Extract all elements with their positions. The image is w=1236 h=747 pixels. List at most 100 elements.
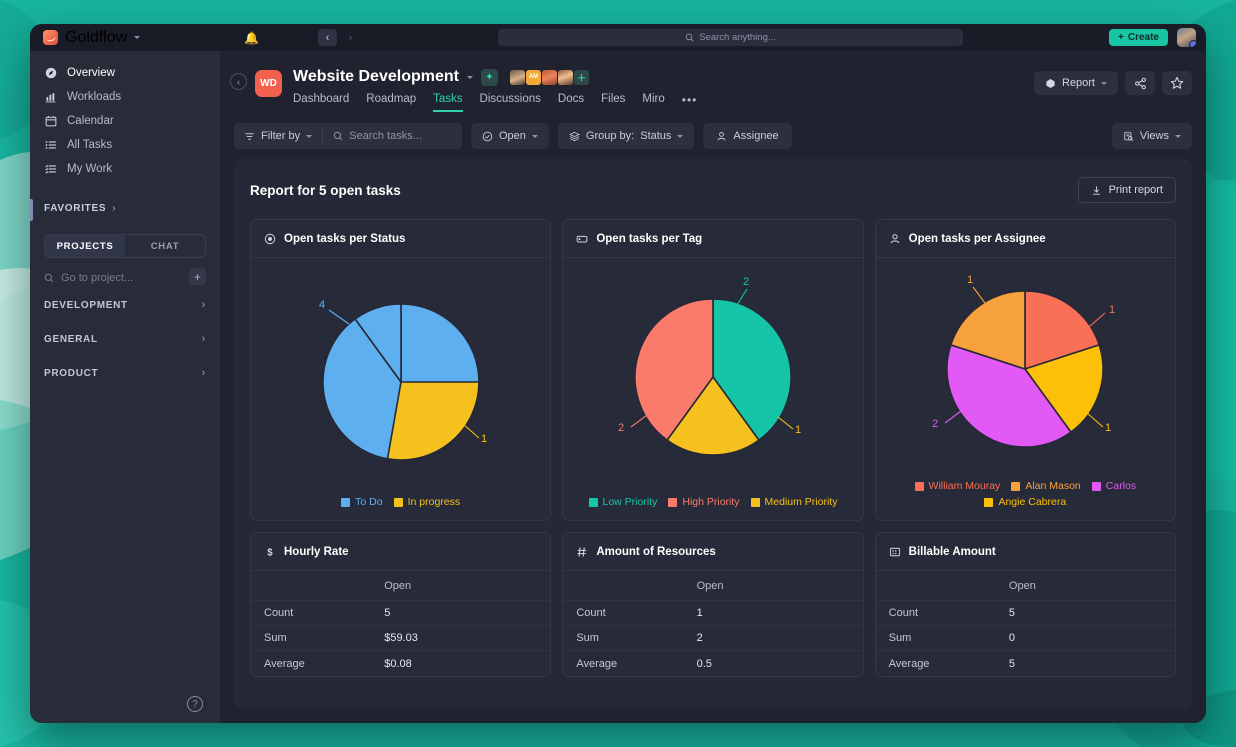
legend-item[interactable]: High Priority xyxy=(668,496,740,508)
legend-item[interactable]: To Do xyxy=(341,496,383,508)
row-value: $59.03 xyxy=(384,632,418,644)
row-label: Average xyxy=(888,657,930,670)
tab-discussions[interactable]: Discussions xyxy=(480,93,541,112)
views-label: Views xyxy=(1139,130,1169,142)
avatar[interactable] xyxy=(1177,28,1196,47)
collapse-sidebar-button[interactable]: ‹ xyxy=(230,73,247,90)
chevron-down-icon xyxy=(531,134,538,138)
pie-label: 4 xyxy=(319,299,325,311)
avatar[interactable] xyxy=(541,69,557,85)
favorite-star-button[interactable] xyxy=(1162,71,1192,95)
share-button[interactable] xyxy=(1125,71,1155,95)
sidebar-item-label: Workloads xyxy=(67,91,122,103)
sidebar-item-label: Overview xyxy=(67,67,115,79)
topbar-right: + Create xyxy=(1109,28,1196,47)
global-search-input[interactable]: Search anything... xyxy=(498,29,963,46)
tabs-more-button[interactable]: ••• xyxy=(682,93,698,112)
sidebar-item-all-tasks[interactable]: All Tasks xyxy=(30,133,220,157)
search-tasks-input[interactable]: Search tasks... xyxy=(323,123,432,149)
table-row: Average 5 xyxy=(876,651,1175,676)
legend-swatch xyxy=(1011,481,1021,491)
chart-legend: To Do In progress xyxy=(251,496,550,520)
views-button[interactable]: Views xyxy=(1111,123,1192,149)
group-label: GENERAL xyxy=(44,333,98,345)
history-nav: ‹ › xyxy=(318,29,360,46)
brand-menu[interactable]: Goldflow xyxy=(30,29,220,47)
filter-by-button[interactable]: Filter by xyxy=(234,123,322,149)
card-title: Hourly Rate xyxy=(284,545,349,558)
pie-label: 1 xyxy=(1109,304,1115,316)
tab-projects[interactable]: PROJECTS xyxy=(45,235,125,257)
project-search-input[interactable]: Go to project... + xyxy=(44,268,206,288)
legend-item[interactable]: Angie Cabrera xyxy=(984,496,1066,508)
row-value: 5 xyxy=(384,607,391,619)
add-member-button[interactable]: ＋ xyxy=(573,69,589,85)
workspace: Overview Workloads Calendar All Tasks My… xyxy=(30,51,1206,723)
print-report-label: Print report xyxy=(1108,184,1163,196)
table-row: Count 1 xyxy=(563,601,863,626)
row-label: Count xyxy=(888,607,919,619)
pie-svg: 4 1 xyxy=(319,299,487,461)
legend-swatch xyxy=(914,481,924,491)
row-value: 0 xyxy=(1008,632,1016,644)
tab-files[interactable]: Files xyxy=(601,93,625,112)
legend-swatch xyxy=(984,497,994,507)
row-value: 2 xyxy=(696,632,703,644)
tab-docs[interactable]: Docs xyxy=(558,93,584,112)
legend-label: Carlos xyxy=(1105,480,1137,492)
sparkle-ai-icon[interactable]: ✦ xyxy=(480,68,498,86)
tab-tasks[interactable]: Tasks xyxy=(433,93,463,112)
print-report-button[interactable]: Print report xyxy=(1077,177,1176,203)
favorites-label: FAVORITES xyxy=(44,203,107,214)
avatar[interactable] xyxy=(557,69,573,85)
group-by-button[interactable]: Group by: Status xyxy=(557,123,695,149)
avatar[interactable] xyxy=(509,69,525,85)
table-row: Count 5 xyxy=(251,601,551,626)
tab-chat[interactable]: CHAT xyxy=(125,235,205,257)
status-filter-button[interactable]: Open xyxy=(471,123,549,149)
legend-item[interactable]: Medium Priority xyxy=(750,496,837,508)
chart-legend: Low Priority High Priority Medium Priori… xyxy=(563,496,862,520)
bell-icon[interactable]: 🔔 xyxy=(244,31,259,45)
star-icon xyxy=(1170,76,1184,89)
check-circle-icon xyxy=(482,131,493,141)
sidebar-item-overview[interactable]: Overview xyxy=(30,61,220,85)
sidebar-item-workloads[interactable]: Workloads xyxy=(30,85,220,109)
avatar[interactable]: AM xyxy=(525,69,541,85)
help-icon[interactable]: ? xyxy=(187,696,203,712)
chevron-down-icon[interactable] xyxy=(466,75,473,79)
search-tasks-placeholder: Search tasks... xyxy=(349,130,422,142)
table-row: Average $0.08 xyxy=(251,651,550,676)
nav-forward-button[interactable]: › xyxy=(341,29,360,46)
legend-item[interactable]: Low Priority xyxy=(588,496,657,508)
cube-icon xyxy=(1046,78,1055,88)
sidebar-group-product[interactable]: PRODUCT › xyxy=(44,356,206,390)
global-search-placeholder: Search anything... xyxy=(699,32,776,43)
chevron-down-icon xyxy=(134,36,141,39)
legend-label: To Do xyxy=(355,496,383,508)
sidebar-item-my-work[interactable]: My Work xyxy=(30,157,220,181)
legend-item[interactable]: William Mouray xyxy=(914,480,1000,492)
sidebar-group-development[interactable]: DEVELOPMENT › xyxy=(44,288,206,322)
sidebar-group-general[interactable]: GENERAL › xyxy=(44,322,206,356)
tag-icon xyxy=(576,233,588,245)
add-project-button[interactable]: + xyxy=(189,268,206,285)
sidebar-favorites[interactable]: FAVORITES › xyxy=(30,197,220,221)
legend-swatch xyxy=(588,497,598,507)
create-button[interactable]: + Create xyxy=(1109,29,1168,46)
assignee-filter-button[interactable]: Assignee xyxy=(703,123,792,149)
legend-item[interactable]: Alan Mason xyxy=(1011,480,1081,492)
legend-label: In progress xyxy=(407,496,461,508)
tab-roadmap[interactable]: Roadmap xyxy=(366,93,416,112)
sidebar-item-calendar[interactable]: Calendar xyxy=(30,109,220,133)
row-label: Sum xyxy=(576,632,599,644)
app-window: Goldflow 🔔 ‹ › Search anything... + Crea… xyxy=(30,24,1206,723)
legend-item[interactable]: In progress xyxy=(393,496,461,508)
filter-icon xyxy=(245,132,254,140)
tab-miro[interactable]: Miro xyxy=(642,93,664,112)
nav-back-button[interactable]: ‹ xyxy=(318,29,337,46)
report-button[interactable]: Report xyxy=(1033,71,1118,95)
tab-dashboard[interactable]: Dashboard xyxy=(293,93,349,112)
legend-item[interactable]: Carlos xyxy=(1091,480,1137,492)
chevron-down-icon xyxy=(677,134,684,138)
